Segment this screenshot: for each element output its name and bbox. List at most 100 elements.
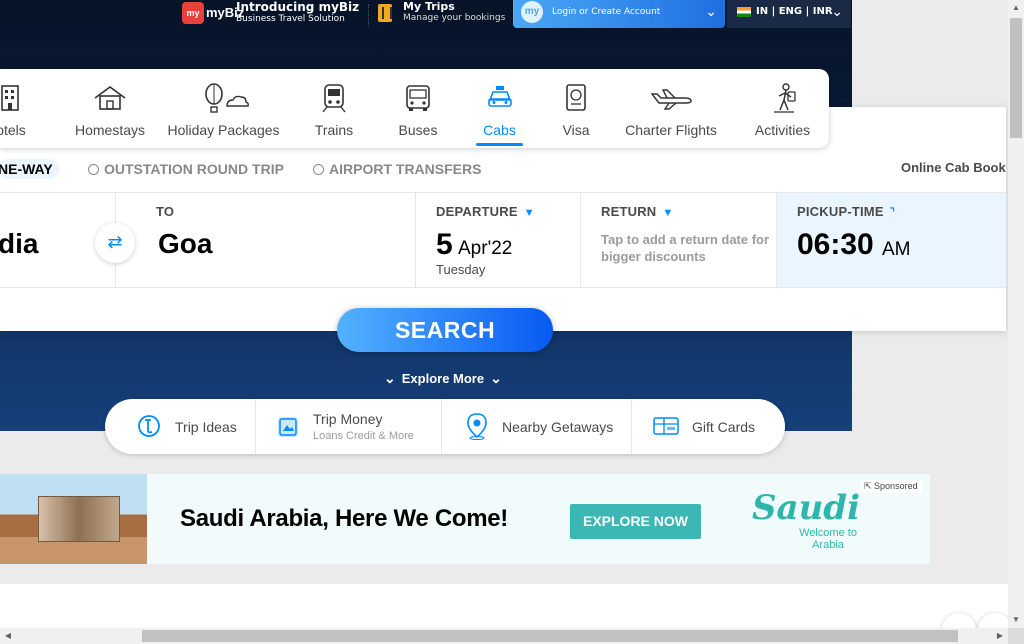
chevron-down-icon: ⌄ bbox=[831, 3, 843, 19]
cab-icon bbox=[487, 86, 512, 107]
trip-type-one-way-label: NE-WAY bbox=[0, 161, 53, 177]
browser-viewport: my myBiz Introducing myBiz Business Trav… bbox=[0, 0, 1008, 628]
online-cab-booking-label: Online Cab Book bbox=[901, 160, 1006, 175]
nav-item-visa[interactable]: Visa bbox=[556, 69, 596, 148]
login-button[interactable]: my Login or Create Account ⌄ bbox=[513, 0, 725, 28]
nav-item-holiday-packages[interactable]: Holiday Packages bbox=[166, 69, 281, 148]
pickup-time-field[interactable]: PICKUP-TIME ⌝ 06:30 AM bbox=[777, 193, 1006, 287]
scroll-right-icon[interactable]: ▶ bbox=[992, 628, 1008, 644]
return-field[interactable]: RETURN ▼ Tap to add a return date for big… bbox=[581, 193, 777, 287]
trip-type-airport-label: AIRPORT TRANSFERS bbox=[329, 161, 482, 177]
vertical-scrollbar[interactable]: ▲ ▼ bbox=[1008, 0, 1024, 628]
active-tab-indicator bbox=[476, 143, 523, 146]
nearby-getaways-link[interactable]: Nearby Getaways bbox=[442, 399, 632, 454]
pickup-time-value: 06:30 bbox=[797, 228, 874, 261]
map-pin-icon bbox=[467, 413, 487, 440]
trip-type-round-trip-label: OUTSTATION ROUND TRIP bbox=[104, 161, 284, 177]
scrollbar-corner bbox=[1008, 628, 1024, 644]
briefcase-icon: my bbox=[182, 2, 204, 24]
search-button[interactable]: SEARCH bbox=[337, 308, 553, 352]
nav-item-activities[interactable]: Activities bbox=[750, 69, 815, 148]
scroll-down-icon[interactable]: ▼ bbox=[1008, 612, 1024, 628]
trip-ideas-link[interactable]: Trip Ideas bbox=[105, 399, 256, 454]
visa-icon bbox=[566, 84, 586, 111]
gift-card-icon bbox=[653, 417, 679, 435]
scroll-left-icon[interactable]: ◀ bbox=[0, 628, 16, 644]
holiday-packages-icon bbox=[204, 83, 249, 113]
sponsored-ad-banner[interactable]: Saudi Arabia, Here We Come! EXPLORE NOW … bbox=[0, 474, 930, 564]
external-link-icon: ⇱ bbox=[864, 481, 875, 491]
to-caption: TO bbox=[156, 204, 175, 219]
mybiz-logo[interactable]: my myBiz bbox=[182, 2, 244, 24]
user-avatar-icon: my bbox=[521, 1, 543, 23]
trip-money-link[interactable]: Trip Money Loans Credit & More bbox=[256, 399, 442, 454]
trip-type-round-trip[interactable]: OUTSTATION ROUND TRIP bbox=[88, 161, 284, 181]
nav-item-homestays[interactable]: Homestays bbox=[70, 69, 150, 148]
trip-money-label: Trip Money bbox=[313, 411, 383, 427]
return-caption: RETURN bbox=[601, 204, 657, 219]
suitcase-icon bbox=[378, 4, 392, 22]
nav-item-buses[interactable]: Buses bbox=[392, 69, 444, 148]
chevron-down-icon: ⌄ bbox=[705, 3, 717, 19]
double-chevron-down-icon: ⌄ bbox=[384, 370, 396, 386]
product-nav: otels Homestays Holiday Packages Trains … bbox=[0, 69, 829, 148]
mybiz-intro-subtitle: Business Travel Solution bbox=[236, 14, 345, 24]
swap-cities-icon[interactable]: ⇄ bbox=[95, 223, 135, 263]
ad-photo-building bbox=[38, 496, 120, 542]
ad-explore-button[interactable]: EXPLORE NOW bbox=[570, 504, 701, 539]
content-section bbox=[0, 584, 1008, 628]
nav-item-cabs[interactable]: Cabs bbox=[476, 69, 523, 148]
sponsored-badge[interactable]: ⇱ Sponsored bbox=[860, 480, 922, 493]
trip-money-icon bbox=[278, 417, 298, 437]
nav-label-cabs: Cabs bbox=[483, 122, 516, 138]
pickup-ampm: AM bbox=[882, 239, 911, 260]
search-fields: dia ⇄ TO Goa DEPARTURE ▼ 5 Apr'22 Tuesday… bbox=[0, 192, 1006, 288]
locale-selector[interactable]: IN | ENG | INR ⌄ bbox=[727, 0, 851, 28]
vertical-scroll-thumb[interactable] bbox=[1010, 18, 1022, 138]
nav-label-homestays: Homestays bbox=[74, 122, 146, 138]
saudi-logo: Saudi bbox=[752, 488, 860, 528]
nav-label-buses: Buses bbox=[398, 122, 438, 138]
from-city-value: dia bbox=[0, 228, 39, 259]
pickup-caption: PICKUP-TIME bbox=[797, 204, 884, 219]
train-icon bbox=[322, 84, 346, 113]
topbar-divider bbox=[368, 4, 369, 26]
my-trips-link[interactable]: My Trips bbox=[403, 0, 455, 13]
departure-field[interactable]: DEPARTURE ▼ 5 Apr'22 Tuesday bbox=[416, 193, 581, 287]
scroll-up-icon[interactable]: ▲ bbox=[1008, 0, 1024, 16]
activities-icon bbox=[773, 83, 796, 113]
india-flag-icon bbox=[737, 7, 751, 17]
mybiz-intro-title[interactable]: Introducing myBiz bbox=[236, 0, 359, 14]
explore-more-button[interactable]: ⌄ Explore More ⌄ bbox=[378, 370, 508, 387]
corner-arrow-icon: ⌝ bbox=[889, 207, 896, 219]
nav-label-visa: Visa bbox=[562, 122, 590, 138]
sponsored-label: Sponsored bbox=[874, 481, 918, 491]
departure-month: Apr'22 bbox=[458, 238, 513, 259]
chevron-down-icon: ▼ bbox=[523, 207, 535, 219]
nav-item-charter-flights[interactable]: Charter Flights bbox=[620, 69, 722, 148]
quick-links-bar: Trip Ideas Trip Money Loans Credit & Mor… bbox=[105, 399, 785, 454]
departure-weekday: Tuesday bbox=[436, 262, 486, 277]
departure-day: 5 bbox=[436, 228, 453, 261]
to-city-value: Goa bbox=[158, 228, 213, 259]
horizontal-scrollbar[interactable]: ◀ ▶ bbox=[0, 628, 1008, 644]
double-chevron-down-icon: ⌄ bbox=[490, 370, 502, 386]
ad-headline: Saudi Arabia, Here We Come! bbox=[180, 505, 508, 532]
gift-cards-link[interactable]: Gift Cards bbox=[632, 399, 785, 454]
trip-ideas-label: Trip Ideas bbox=[175, 419, 237, 435]
trip-money-sublabel: Loans Credit & More bbox=[313, 430, 414, 442]
nav-item-trains[interactable]: Trains bbox=[306, 69, 362, 148]
nav-label-hotels: otels bbox=[0, 122, 26, 138]
bus-icon bbox=[406, 85, 430, 111]
trip-type-one-way[interactable]: NE-WAY bbox=[0, 159, 59, 179]
horizontal-scroll-thumb[interactable] bbox=[142, 630, 958, 642]
trip-ideas-icon bbox=[138, 415, 160, 437]
ad-photo bbox=[0, 474, 147, 564]
trip-type-airport-transfers[interactable]: AIRPORT TRANSFERS bbox=[313, 161, 481, 181]
charter-flight-icon bbox=[650, 89, 692, 110]
return-hint: Tap to add a return date for bigger disc… bbox=[601, 232, 770, 264]
explore-more-label: Explore More bbox=[401, 371, 485, 386]
to-field[interactable]: TO Goa bbox=[116, 193, 416, 287]
nav-label-activities: Activities bbox=[754, 122, 811, 138]
nav-item-hotels[interactable]: otels bbox=[0, 69, 36, 148]
